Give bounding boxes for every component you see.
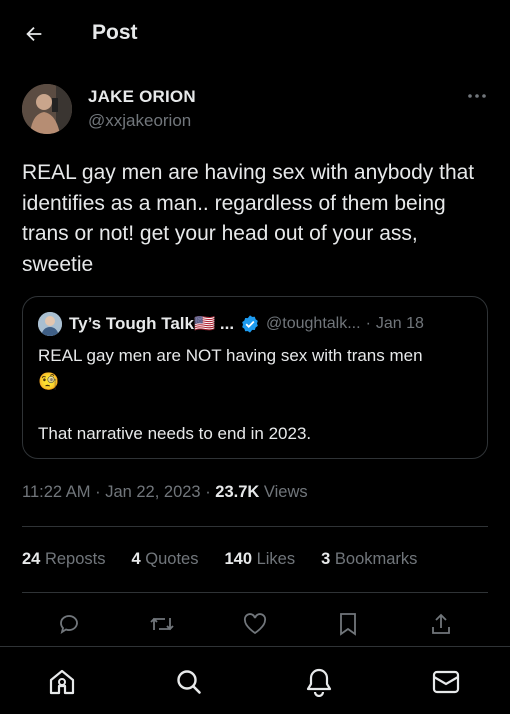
post-date[interactable]: Jan 22, 2023	[105, 483, 200, 501]
top-bar: Post	[0, 0, 510, 66]
bookmarks-label: Bookmarks	[334, 550, 418, 568]
quoted-emoji: 🧐	[38, 372, 60, 391]
post-text: REAL gay men are having sex with anybody…	[22, 161, 475, 276]
nav-search[interactable]	[172, 665, 206, 699]
meta-separator-2: ·	[205, 483, 211, 501]
avatar[interactable]	[22, 84, 72, 134]
quotes-stat[interactable]: 4 Quotes	[131, 550, 198, 569]
bookmarks-count: 3	[321, 550, 331, 568]
quotes-count: 4	[131, 550, 141, 568]
bookmark-icon	[340, 613, 356, 636]
post-author: JAKE ORION @xxjakeorion	[22, 84, 490, 136]
views-count: 23.7K	[215, 483, 260, 501]
quoted-post[interactable]: Ty’s Tough Talk🇺🇸 ... @toughtalk... · Ja…	[22, 296, 488, 459]
more-options-button[interactable]	[466, 88, 488, 104]
quoted-post-header: Ty’s Tough Talk🇺🇸 ... @toughtalk... · Ja…	[38, 312, 478, 336]
likes-label: Likes	[256, 550, 296, 568]
views-label: Views	[263, 483, 308, 501]
reply-icon	[60, 615, 78, 634]
nav-home[interactable]	[45, 665, 79, 699]
divider	[22, 592, 488, 593]
nav-notifications[interactable]	[302, 665, 336, 699]
home-icon	[49, 669, 75, 695]
verified-badge-icon	[240, 314, 260, 334]
more-icon	[468, 94, 486, 98]
page-title: Post	[92, 21, 138, 44]
avatar-photo	[22, 84, 72, 134]
messages-icon	[432, 670, 460, 694]
back-button[interactable]	[20, 20, 48, 48]
share-icon	[432, 613, 450, 634]
action-bar	[22, 610, 488, 638]
quoted-handle: @toughtalk...	[266, 315, 361, 332]
author-handle[interactable]: @xxjakeorion	[88, 111, 191, 131]
post-time[interactable]: 11:22 AM	[22, 483, 91, 501]
search-icon	[177, 670, 201, 694]
notifications-icon	[306, 668, 332, 697]
quoted-date: Jan 18	[375, 315, 424, 332]
quoted-separator: ·	[365, 315, 371, 332]
reposts-stat[interactable]: 24 Reposts	[22, 550, 105, 569]
repost-icon	[150, 617, 174, 631]
likes-count: 140	[224, 550, 252, 568]
nav-messages[interactable]	[429, 665, 463, 699]
like-icon	[243, 613, 267, 635]
bottom-navigation	[0, 646, 510, 714]
likes-stat[interactable]: 140 Likes	[224, 550, 295, 569]
quoted-text: REAL gay men are NOT having sex with tra…	[38, 343, 478, 447]
bookmarks-stat[interactable]: 3 Bookmarks	[321, 550, 417, 569]
author-display-name[interactable]: JAKE ORION	[88, 87, 196, 107]
divider	[22, 526, 488, 527]
reply-button[interactable]	[54, 610, 84, 638]
quoted-text-line1: REAL gay men are NOT having sex with tra…	[38, 346, 423, 365]
repost-button[interactable]	[147, 610, 177, 638]
quoted-avatar	[38, 312, 62, 336]
bookmark-button[interactable]	[333, 610, 363, 638]
like-button[interactable]	[240, 610, 270, 638]
post-meta: 11:22 AM · Jan 22, 2023 · 23.7K Views	[22, 483, 308, 502]
meta-separator: ·	[95, 483, 101, 501]
post-stats: 24 Reposts 4 Quotes 140 Likes 3 Bookmark…	[22, 550, 443, 569]
share-button[interactable]	[426, 610, 456, 638]
reposts-count: 24	[22, 550, 41, 568]
arrow-left-icon	[26, 26, 42, 42]
reposts-label: Reposts	[44, 550, 106, 568]
quoted-display-name: Ty’s Tough Talk🇺🇸 ...	[69, 314, 235, 333]
quotes-label: Quotes	[145, 550, 199, 568]
quoted-text-line3: That narrative needs to end in 2023.	[38, 424, 312, 443]
